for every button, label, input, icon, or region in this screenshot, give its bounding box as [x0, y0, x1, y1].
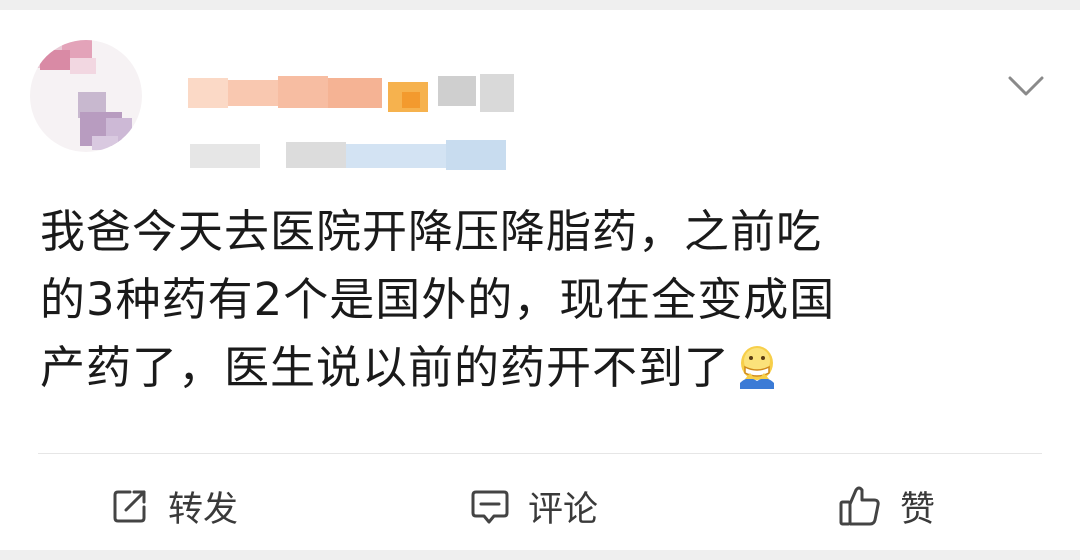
like-label: 赞 [900, 489, 936, 530]
repost-label: 转发 [168, 489, 239, 530]
post-meta-blurred [190, 140, 520, 172]
post-card: 我爸今天去医院开降压降脂药，之前吃 的3种药有2个是国外的，现在全变成国 产药了… [0, 10, 1080, 550]
share-icon [110, 486, 150, 526]
post-text-line-2: 的3种药有2个是国外的，现在全变成国 [40, 273, 836, 326]
comment-label: 评论 [528, 489, 599, 530]
post-text-line-3: 产药了，医生说以前的药开不到了 [40, 341, 731, 394]
comment-icon [470, 486, 510, 526]
chevron-down-icon[interactable] [1006, 72, 1046, 100]
post-text-line-1: 我爸今天去医院开降压降脂药，之前吃 [40, 205, 823, 258]
comment-button[interactable]: 评论 [470, 476, 598, 536]
thumbs-up-icon [838, 484, 882, 528]
post-text: 我爸今天去医院开降压降脂药，之前吃 的3种药有2个是国外的，现在全变成国 产药了… [40, 198, 1050, 402]
like-button[interactable]: 赞 [838, 476, 935, 536]
author-name-blurred[interactable] [188, 72, 528, 114]
action-bar: 转发 评论 赞 [0, 470, 1080, 550]
repost-button[interactable]: 转发 [110, 476, 238, 536]
sweat-face-emoji-icon [736, 340, 778, 389]
avatar[interactable] [30, 40, 142, 152]
divider [38, 453, 1042, 454]
